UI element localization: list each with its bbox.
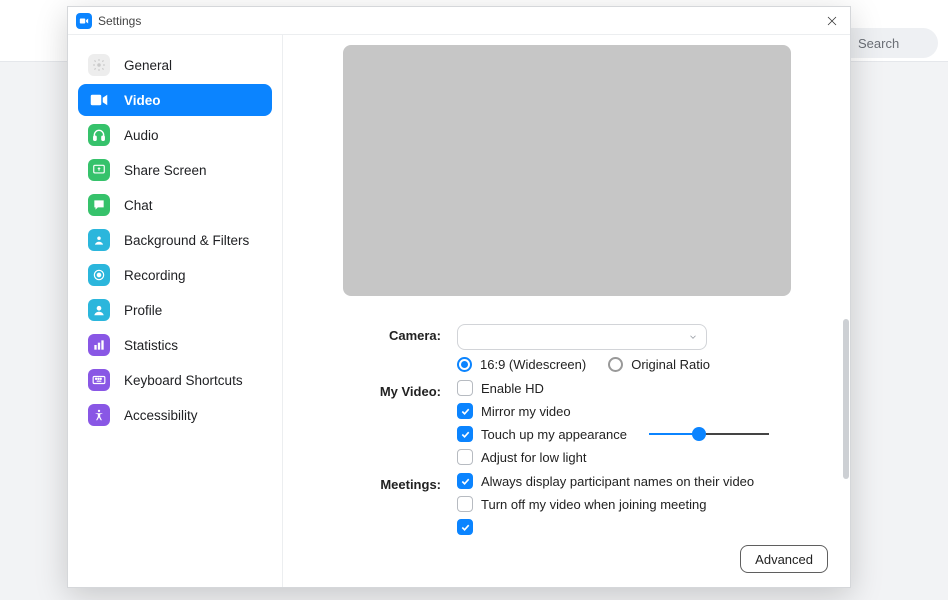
sidebar-item-recording[interactable]: Recording [78, 259, 272, 291]
gear-icon [88, 54, 110, 76]
sidebar-item-profile[interactable]: Profile [78, 294, 272, 326]
checkbox-partial[interactable] [457, 519, 473, 535]
checkbox-always-names[interactable] [457, 473, 473, 489]
keyboard-icon [88, 369, 110, 391]
advanced-button[interactable]: Advanced [740, 545, 828, 573]
close-icon [826, 15, 838, 27]
headphones-icon [88, 124, 110, 146]
accessibility-icon [88, 404, 110, 426]
sidebar-item-label: Chat [124, 198, 153, 213]
video-settings-page: Camera: 16:9 (Widescreen) Original Ratio [283, 35, 850, 587]
checkbox-turnoff-join-label: Turn off my video when joining meeting [481, 497, 706, 512]
radio-16-9-label: 16:9 (Widescreen) [480, 357, 586, 372]
settings-dialog: Settings General Video [67, 6, 851, 588]
checkbox-touchup[interactable] [457, 426, 473, 442]
dialog-title: Settings [98, 14, 141, 28]
radio-original[interactable] [608, 357, 623, 372]
sidebar-item-label: Audio [124, 128, 159, 143]
statistics-icon [88, 334, 110, 356]
checkbox-low-light[interactable] [457, 449, 473, 465]
slider-thumb[interactable] [692, 427, 706, 441]
camera-icon [88, 89, 110, 111]
checkbox-always-names-label: Always display participant names on thei… [481, 474, 754, 489]
sidebar-item-general[interactable]: General [78, 49, 272, 81]
sidebar-item-chat[interactable]: Chat [78, 189, 272, 221]
my-video-label: My Video: [307, 380, 457, 465]
sidebar-item-keyboard[interactable]: Keyboard Shortcuts [78, 364, 272, 396]
checkbox-touchup-label: Touch up my appearance [481, 427, 627, 442]
sidebar-item-background[interactable]: Background & Filters [78, 224, 272, 256]
sidebar-item-label: General [124, 58, 172, 73]
radio-16-9[interactable] [457, 357, 472, 372]
sidebar-item-audio[interactable]: Audio [78, 119, 272, 151]
sidebar-item-label: Recording [124, 268, 186, 283]
chat-icon [88, 194, 110, 216]
sidebar-item-video[interactable]: Video [78, 84, 272, 116]
share-screen-icon [88, 159, 110, 181]
annotation-arrow [849, 370, 850, 450]
profile-icon [88, 299, 110, 321]
scrollbar[interactable] [843, 319, 849, 479]
app-icon [76, 13, 92, 29]
sidebar-item-label: Video [124, 93, 161, 108]
sidebar-item-share-screen[interactable]: Share Screen [78, 154, 272, 186]
camera-label: Camera: [307, 324, 457, 372]
recording-icon [88, 264, 110, 286]
checkbox-mirror-label: Mirror my video [481, 404, 571, 419]
advanced-button-label: Advanced [755, 552, 813, 567]
dialog-titlebar: Settings [68, 7, 850, 35]
checkbox-turnoff-join[interactable] [457, 496, 473, 512]
background-icon [88, 229, 110, 251]
checkbox-enable-hd-label: Enable HD [481, 381, 544, 396]
sidebar-item-statistics[interactable]: Statistics [78, 329, 272, 361]
checkbox-low-light-label: Adjust for low light [481, 450, 587, 465]
meetings-label: Meetings: [307, 473, 457, 535]
radio-original-label: Original Ratio [631, 357, 710, 372]
touchup-slider[interactable] [649, 427, 769, 441]
sidebar-item-label: Profile [124, 303, 162, 318]
sidebar-item-label: Keyboard Shortcuts [124, 373, 243, 388]
chevron-down-icon [688, 332, 698, 342]
sidebar-item-label: Background & Filters [124, 233, 249, 248]
video-preview [343, 45, 791, 296]
checkbox-enable-hd[interactable] [457, 380, 473, 396]
settings-sidebar: General Video Audio Share Screen [68, 35, 283, 587]
camera-select[interactable] [457, 324, 707, 350]
sidebar-item-label: Share Screen [124, 163, 207, 178]
checkbox-mirror[interactable] [457, 403, 473, 419]
search-placeholder: Search [858, 36, 899, 51]
sidebar-item-accessibility[interactable]: Accessibility [78, 399, 272, 431]
sidebar-item-label: Accessibility [124, 408, 198, 423]
sidebar-item-label: Statistics [124, 338, 178, 353]
close-button[interactable] [820, 9, 844, 33]
